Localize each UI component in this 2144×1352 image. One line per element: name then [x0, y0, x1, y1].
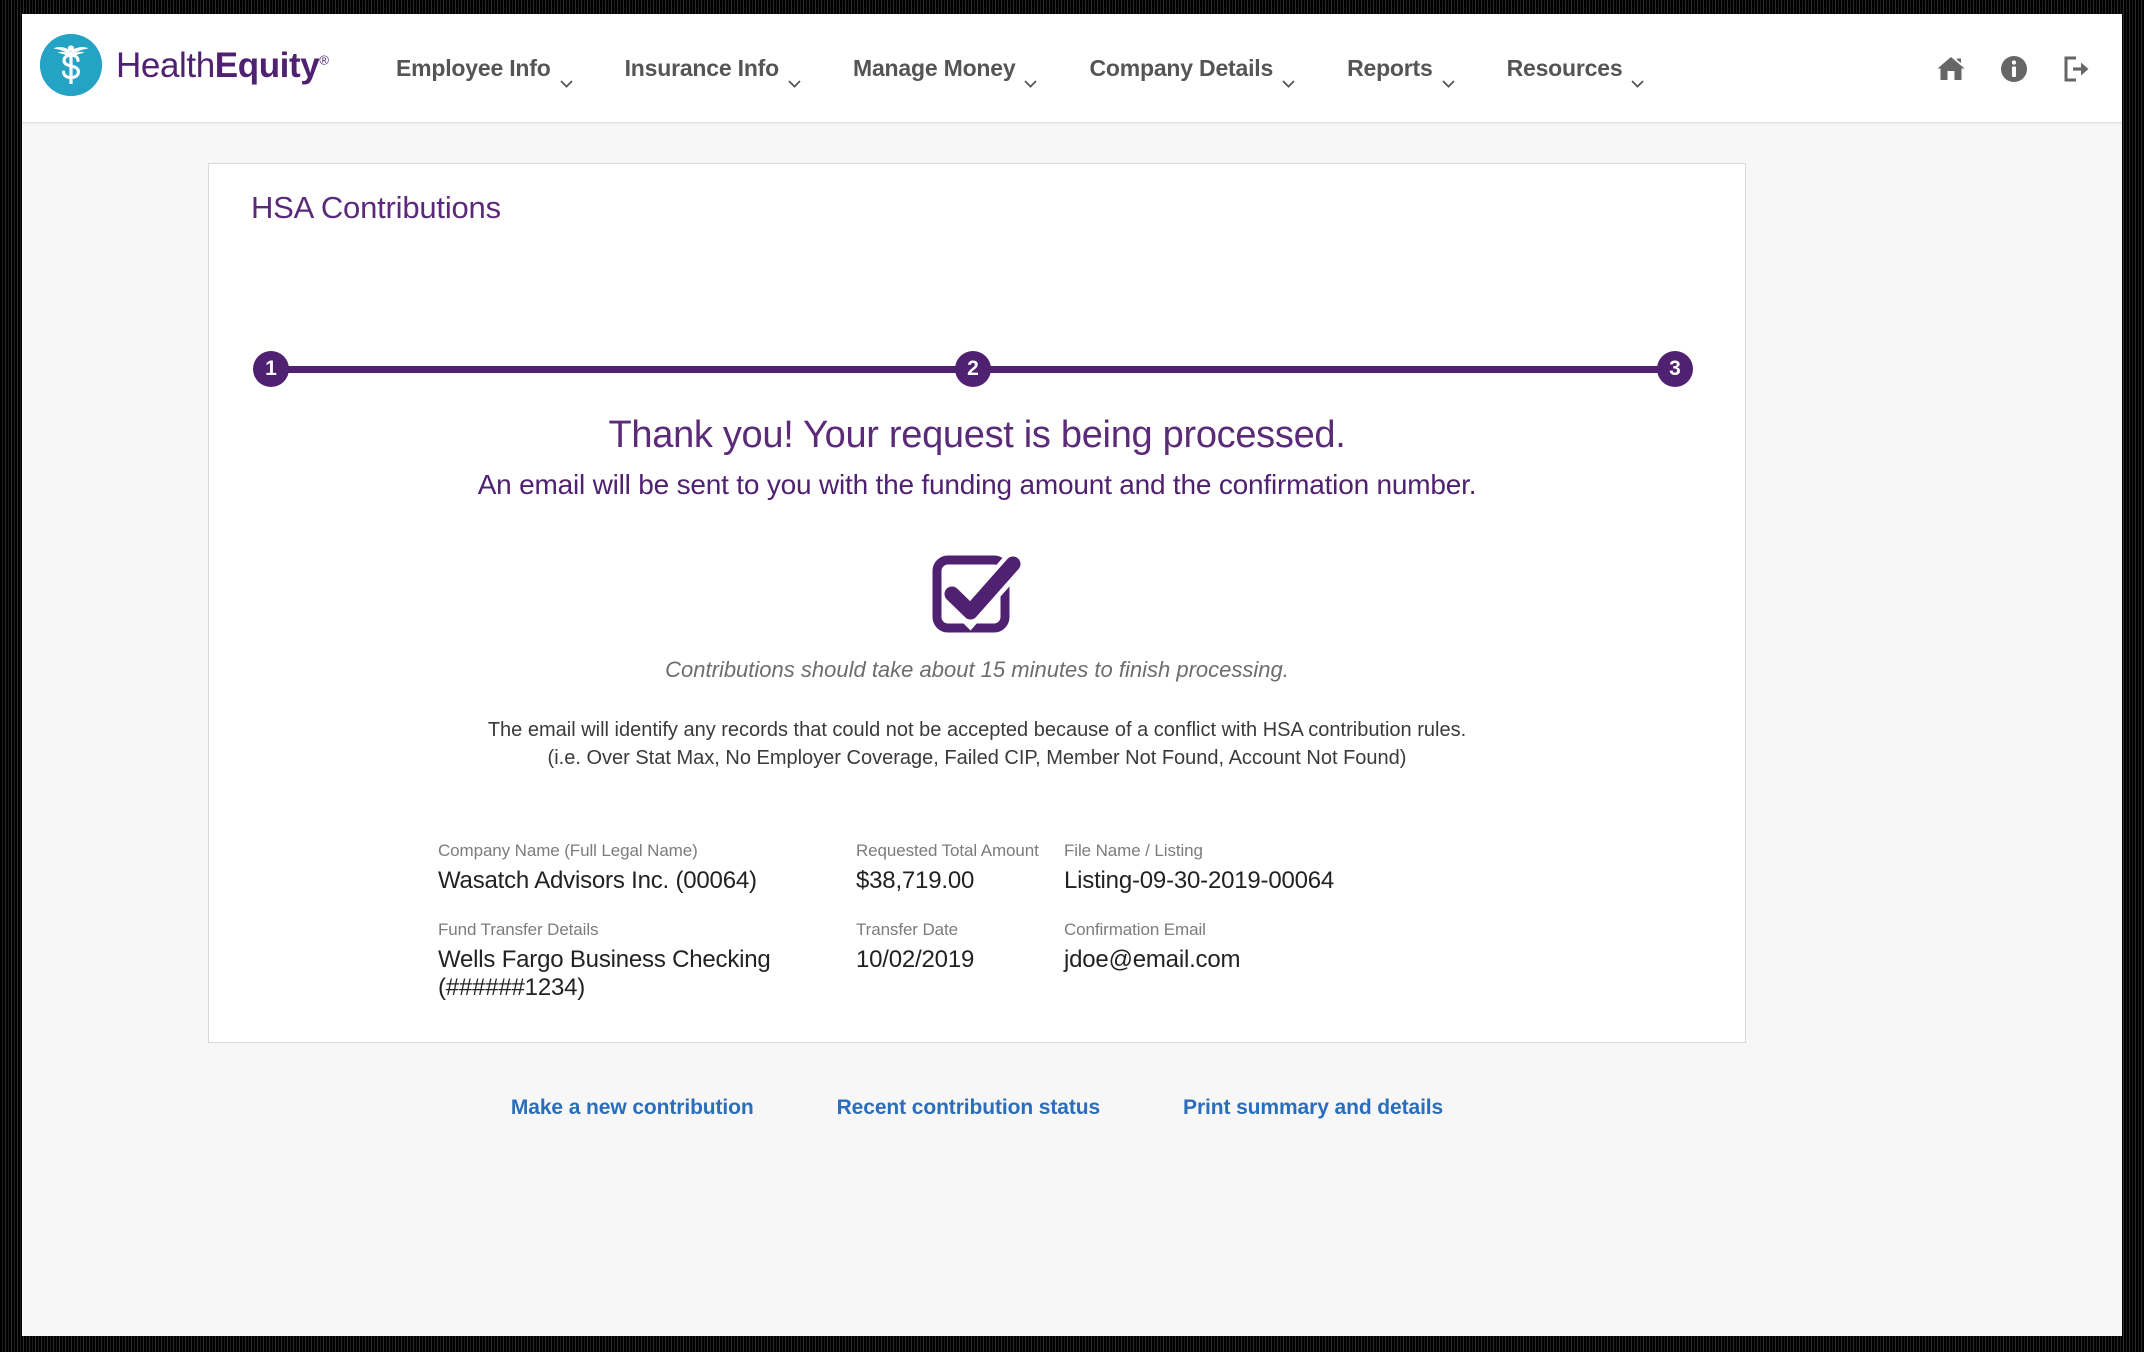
email-rules-note: The email will identify any records that… — [209, 716, 1745, 773]
nav-item-insurance-info[interactable]: Insurance Info — [599, 55, 827, 88]
screenshot-frame: HealthEquity® Employee Info Insurance In… — [0, 0, 2144, 1352]
info-circle-icon[interactable] — [2000, 55, 2028, 83]
detail-label: File Name / Listing — [1064, 841, 1203, 860]
sign-out-icon[interactable] — [2062, 55, 2092, 83]
confirmation-subheading: An email will be sent to you with the fu… — [477, 469, 1477, 500]
processing-time-note: Contributions should take about 15 minut… — [665, 657, 1289, 682]
make-new-contribution-link[interactable]: Make a new contribution — [511, 1096, 754, 1120]
nav-item-company-details[interactable]: Company Details — [1063, 55, 1321, 88]
stepper-step-2[interactable]: 2 — [955, 351, 991, 387]
contribution-details: Company Name (Full Legal Name) Wasatch A… — [438, 841, 1558, 1027]
hsa-contributions-card: HSA Contributions 1 2 3 Thank you! Your … — [208, 163, 1746, 1119]
nav-label: Manage Money — [853, 55, 1016, 81]
main-navigation: Employee Info Insurance Info Manage Mone… — [370, 14, 1670, 123]
stepper-step-1[interactable]: 1 — [253, 351, 289, 387]
details-row-1: Company Name (Full Legal Name) Wasatch A… — [438, 841, 1558, 895]
chevron-down-icon — [1631, 67, 1645, 88]
header-utility-icons — [1936, 14, 2092, 123]
registered-mark: ® — [319, 51, 329, 67]
nav-label: Insurance Info — [624, 55, 780, 81]
chevron-down-icon — [559, 67, 573, 88]
nav-item-reports[interactable]: Reports — [1321, 55, 1481, 88]
card-action-links: Make a new contribution Recent contribut… — [209, 1096, 1745, 1120]
stepper-step-3[interactable]: 3 — [1657, 351, 1693, 387]
nav-item-resources[interactable]: Resources — [1481, 55, 1671, 88]
details-row-2: Fund Transfer Details Wells Fargo Busine… — [438, 920, 1558, 1002]
home-icon[interactable] — [1936, 55, 1966, 83]
chevron-down-icon — [1024, 67, 1038, 88]
healthequity-logo[interactable]: HealthEquity® — [40, 27, 329, 103]
chevron-down-icon — [1282, 67, 1295, 88]
logo-text-health: Health — [116, 45, 215, 85]
detail-label: Company Name (Full Legal Name) — [438, 841, 698, 860]
link-spacer — [1100, 1096, 1183, 1120]
detail-confirmation-email: Confirmation Email jdoe@email.com — [1064, 920, 1484, 1002]
nav-item-employee-info[interactable]: Employee Info — [370, 55, 599, 88]
caduceus-dollar-icon — [40, 34, 102, 96]
detail-requested-total: Requested Total Amount $38,719.00 — [856, 841, 1064, 895]
detail-value: 10/02/2019 — [856, 946, 975, 973]
detail-value: jdoe@email.com — [1064, 946, 1241, 973]
detail-value: Listing-09-30-2019-00064 — [1064, 867, 1335, 894]
recent-contribution-status-link[interactable]: Recent contribution status — [837, 1096, 1101, 1120]
detail-label: Requested Total Amount — [856, 841, 1039, 860]
detail-label: Fund Transfer Details — [438, 920, 599, 939]
confirmation-heading: Thank you! Your request is being process… — [608, 414, 1346, 456]
application-page: HealthEquity® Employee Info Insurance In… — [22, 14, 2122, 1336]
nav-item-manage-money[interactable]: Manage Money — [827, 55, 1063, 88]
logo-wordmark: HealthEquity® — [116, 48, 329, 83]
chevron-down-icon — [1441, 67, 1455, 88]
email-rules-line-2: (i.e. Over Stat Max, No Employer Coverag… — [547, 747, 1407, 770]
site-header: HealthEquity® Employee Info Insurance In… — [22, 14, 2122, 123]
chevron-down-icon — [788, 67, 801, 88]
nav-label: Company Details — [1089, 55, 1274, 81]
nav-label: Employee Info — [396, 55, 551, 81]
detail-value: Wasatch Advisors Inc. (00064) — [438, 867, 757, 894]
link-spacer — [754, 1096, 837, 1120]
detail-transfer-date: Transfer Date 10/02/2019 — [856, 920, 1064, 1002]
detail-company-name: Company Name (Full Legal Name) Wasatch A… — [438, 841, 856, 895]
detail-file-name: File Name / Listing Listing-09-30-2019-0… — [1064, 841, 1484, 895]
page-title: HSA Contributions — [251, 190, 501, 225]
progress-stepper: 1 2 3 — [253, 351, 1693, 387]
checkbox-checked-icon — [929, 544, 1025, 640]
nav-label: Reports — [1347, 55, 1433, 81]
detail-value: $38,719.00 — [856, 867, 975, 894]
detail-label: Transfer Date — [856, 920, 958, 939]
nav-label: Resources — [1506, 55, 1623, 81]
email-rules-line-1: The email will identify any records that… — [487, 719, 1467, 741]
detail-fund-transfer: Fund Transfer Details Wells Fargo Busine… — [438, 920, 856, 1002]
print-summary-details-link[interactable]: Print summary and details — [1183, 1096, 1443, 1120]
logo-text-equity: Equity — [214, 45, 320, 85]
detail-label: Confirmation Email — [1064, 920, 1206, 939]
detail-value: Wells Fargo Business Checking (######123… — [438, 946, 771, 1001]
